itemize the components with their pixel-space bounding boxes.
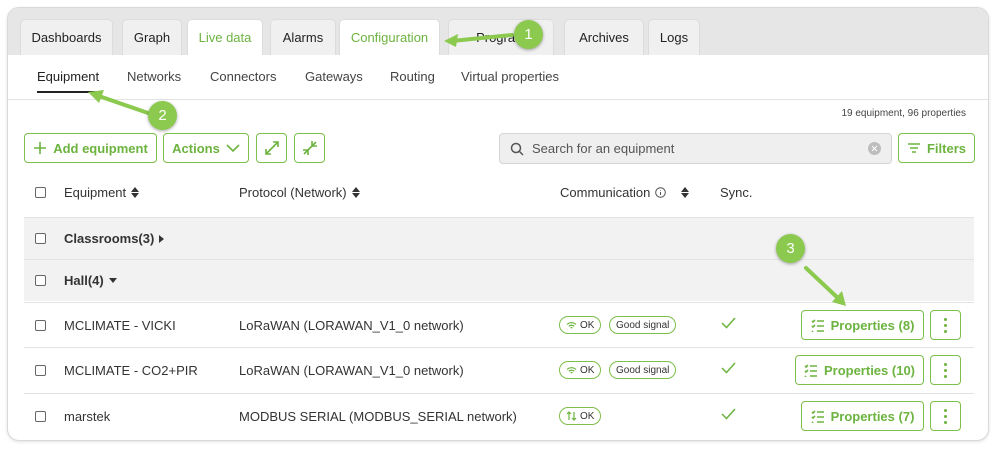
annotation-arrow-1 [450,33,514,43]
annotation-arrow-3 [804,266,842,302]
annotation-arrowhead-1 [444,34,458,47]
annotation-arrow-2 [94,93,150,115]
annotation-badge-2: 2 [148,101,177,130]
annotation-badge-3: 3 [776,234,805,263]
annotation-arrows [88,33,846,306]
annotation-badge-1: 1 [514,20,543,49]
